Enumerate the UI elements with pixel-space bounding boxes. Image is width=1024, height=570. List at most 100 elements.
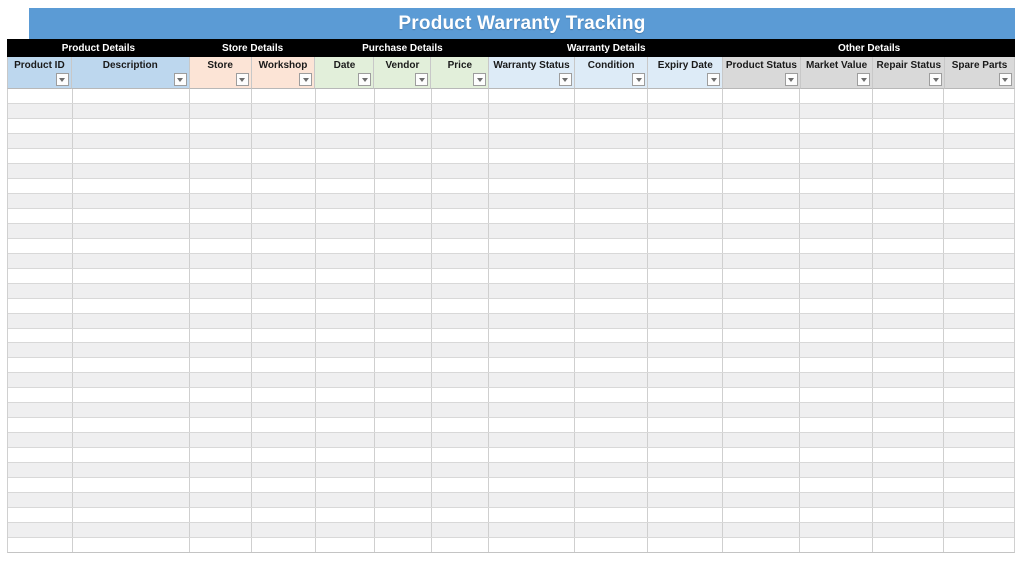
table-cell[interactable] <box>432 523 490 538</box>
table-cell[interactable] <box>73 478 191 493</box>
table-cell[interactable] <box>73 508 191 523</box>
table-cell[interactable] <box>73 403 191 418</box>
table-cell[interactable] <box>252 523 316 538</box>
table-row[interactable] <box>8 493 1014 509</box>
table-cell[interactable] <box>8 433 73 448</box>
table-cell[interactable] <box>8 373 73 388</box>
table-cell[interactable] <box>432 298 490 313</box>
table-cell[interactable] <box>489 478 575 493</box>
table-cell[interactable] <box>648 89 723 103</box>
table-cell[interactable] <box>375 388 432 403</box>
table-cell[interactable] <box>723 208 801 223</box>
table-cell[interactable] <box>575 343 649 358</box>
table-cell[interactable] <box>190 343 253 358</box>
table-row[interactable] <box>8 523 1014 539</box>
table-cell[interactable] <box>648 508 723 523</box>
table-cell[interactable] <box>190 118 253 133</box>
table-cell[interactable] <box>723 538 801 552</box>
table-cell[interactable] <box>648 463 723 478</box>
table-cell[interactable] <box>8 328 73 343</box>
table-cell[interactable] <box>190 253 253 268</box>
table-cell[interactable] <box>432 328 490 343</box>
filter-dropdown-button[interactable] <box>707 73 721 86</box>
table-cell[interactable] <box>648 343 723 358</box>
column-header-workshop[interactable]: Workshop <box>251 57 316 89</box>
column-header-store[interactable]: Store <box>189 57 252 89</box>
table-cell[interactable] <box>190 268 253 283</box>
table-cell[interactable] <box>575 313 649 328</box>
table-cell[interactable] <box>190 283 253 298</box>
table-cell[interactable] <box>252 223 316 238</box>
table-cell[interactable] <box>873 358 945 373</box>
table-cell[interactable] <box>800 403 873 418</box>
table-cell[interactable] <box>800 238 873 253</box>
table-row[interactable] <box>8 193 1014 209</box>
table-cell[interactable] <box>8 89 73 103</box>
table-cell[interactable] <box>800 283 873 298</box>
table-cell[interactable] <box>575 373 649 388</box>
table-cell[interactable] <box>723 478 801 493</box>
table-cell[interactable] <box>575 418 649 433</box>
column-header-spare-parts[interactable]: Spare Parts <box>945 57 1015 89</box>
table-cell[interactable] <box>489 283 575 298</box>
table-cell[interactable] <box>648 118 723 133</box>
table-cell[interactable] <box>648 403 723 418</box>
table-row[interactable] <box>8 328 1014 344</box>
table-cell[interactable] <box>489 103 575 118</box>
table-cell[interactable] <box>489 403 575 418</box>
table-cell[interactable] <box>873 89 945 103</box>
table-cell[interactable] <box>252 298 316 313</box>
table-cell[interactable] <box>432 89 490 103</box>
table-row[interactable] <box>8 283 1014 299</box>
table-cell[interactable] <box>190 313 253 328</box>
table-cell[interactable] <box>375 358 432 373</box>
table-cell[interactable] <box>375 253 432 268</box>
table-cell[interactable] <box>648 493 723 508</box>
table-cell[interactable] <box>190 223 253 238</box>
table-cell[interactable] <box>873 478 945 493</box>
table-cell[interactable] <box>800 508 873 523</box>
table-cell[interactable] <box>8 358 73 373</box>
filter-dropdown-button[interactable] <box>784 73 798 86</box>
table-cell[interactable] <box>575 433 649 448</box>
table-cell[interactable] <box>190 433 253 448</box>
table-cell[interactable] <box>432 178 490 193</box>
table-cell[interactable] <box>575 283 649 298</box>
table-cell[interactable] <box>73 298 191 313</box>
table-cell[interactable] <box>432 538 490 552</box>
table-cell[interactable] <box>944 448 1014 462</box>
table-cell[interactable] <box>252 268 316 283</box>
table-cell[interactable] <box>723 163 801 178</box>
table-cell[interactable] <box>432 208 490 223</box>
table-cell[interactable] <box>723 418 801 433</box>
table-cell[interactable] <box>944 463 1014 477</box>
table-cell[interactable] <box>575 328 649 343</box>
table-cell[interactable] <box>575 448 649 463</box>
table-cell[interactable] <box>648 523 723 538</box>
table-row[interactable] <box>8 343 1014 359</box>
table-cell[interactable] <box>723 238 801 253</box>
table-cell[interactable] <box>432 118 490 133</box>
table-cell[interactable] <box>944 164 1014 178</box>
table-cell[interactable] <box>489 89 575 103</box>
table-cell[interactable] <box>73 328 191 343</box>
table-cell[interactable] <box>723 193 801 208</box>
table-cell[interactable] <box>944 493 1014 507</box>
table-cell[interactable] <box>489 493 575 508</box>
table-cell[interactable] <box>252 313 316 328</box>
table-cell[interactable] <box>252 373 316 388</box>
table-cell[interactable] <box>252 508 316 523</box>
table-cell[interactable] <box>252 418 316 433</box>
table-cell[interactable] <box>648 103 723 118</box>
table-cell[interactable] <box>800 103 873 118</box>
table-cell[interactable] <box>873 133 945 148</box>
table-cell[interactable] <box>73 388 191 403</box>
table-cell[interactable] <box>944 149 1014 163</box>
table-cell[interactable] <box>800 478 873 493</box>
table-cell[interactable] <box>375 208 432 223</box>
table-cell[interactable] <box>648 223 723 238</box>
table-cell[interactable] <box>190 538 253 552</box>
table-cell[interactable] <box>575 208 649 223</box>
table-cell[interactable] <box>375 478 432 493</box>
table-cell[interactable] <box>190 193 253 208</box>
